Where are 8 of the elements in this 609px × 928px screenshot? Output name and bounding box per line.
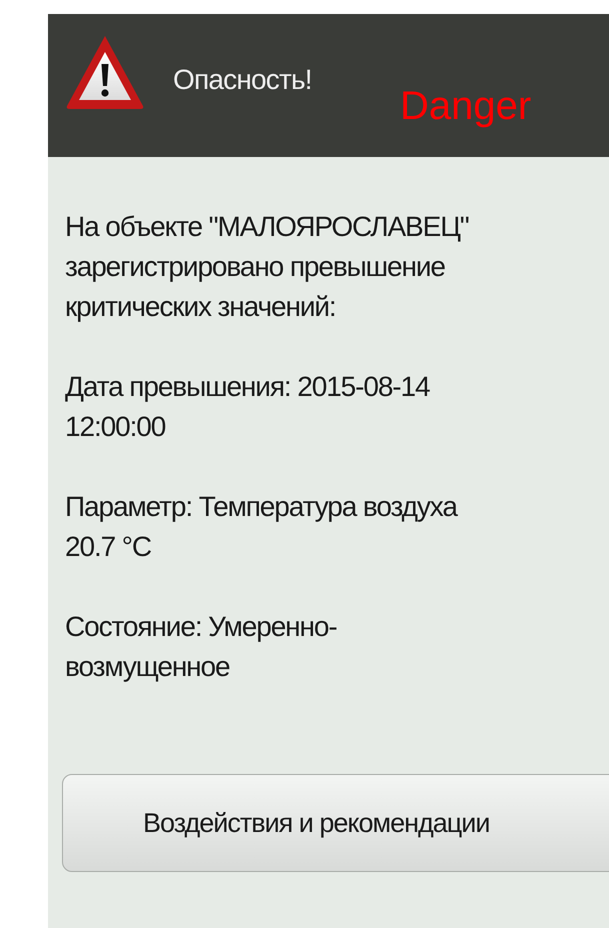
dialog-title: Опасность! (173, 64, 312, 96)
annotation-label: Danger (400, 84, 532, 129)
message-text: На объекте "МАЛОЯРОСЛАВЕЦ" зарегистрировано превышение критических значений: (65, 210, 470, 324)
message-text: Дата превышения: 2015-08-14 12:00:00 (65, 370, 431, 444)
message-text: Состояние: Умеренно- возмущенное (65, 610, 338, 684)
message-text: Параметр: Температура воздуха 20.7 °C (65, 490, 458, 564)
warning-icon (65, 34, 145, 110)
recommendations-button[interactable]: Воздействия и рекомендации (62, 774, 609, 872)
